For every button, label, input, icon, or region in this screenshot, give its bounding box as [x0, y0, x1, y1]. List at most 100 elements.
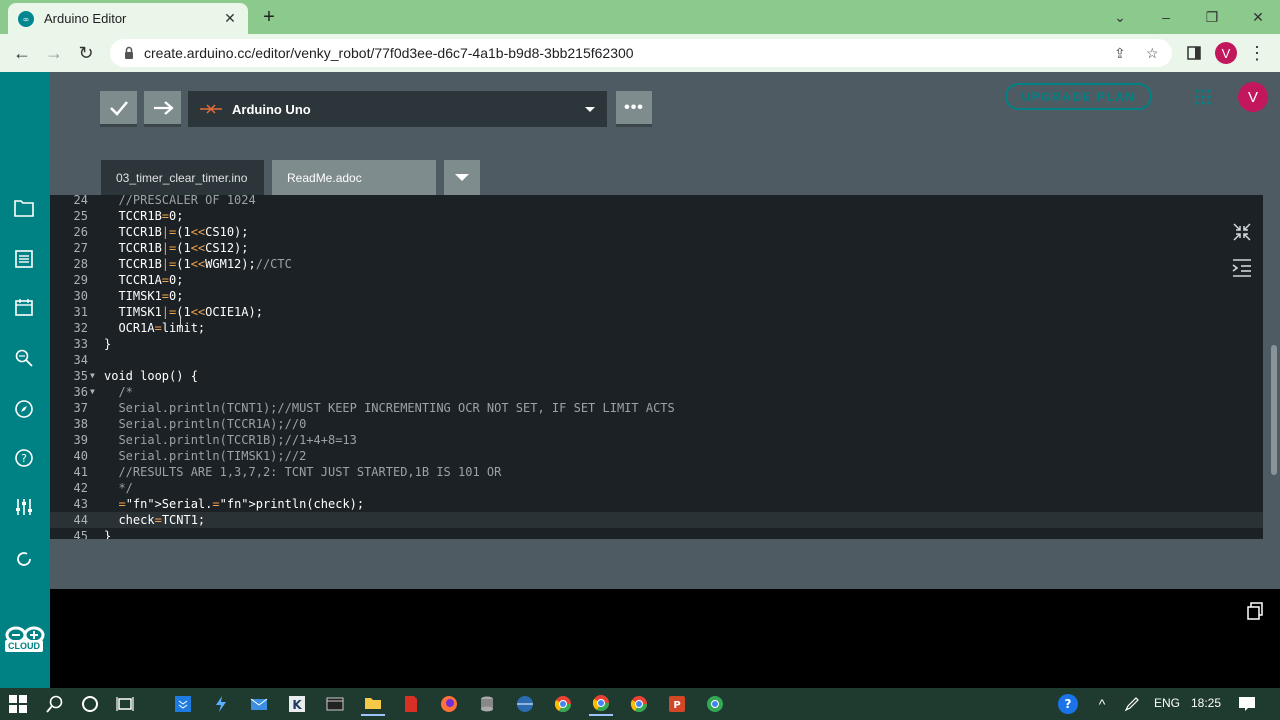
browser-profile-avatar[interactable]: V	[1215, 42, 1237, 64]
code-line[interactable]: 31 TIMSK1|=(1<<OCIE1A);	[50, 304, 1263, 320]
examples-icon[interactable]	[11, 246, 37, 272]
code-line[interactable]: 32 OCR1A=limit;	[50, 320, 1263, 336]
code-line[interactable]: 25 TCCR1B=0;	[50, 208, 1263, 224]
code-text: }	[104, 529, 112, 539]
code-line[interactable]: 38 Serial.println(TCCR1A);//0	[50, 416, 1263, 432]
code-text: Serial.println(TIMSK1);//2	[104, 449, 307, 463]
lightning-app-icon[interactable]	[209, 692, 233, 716]
input-language[interactable]: ENG	[1154, 696, 1180, 710]
code-line[interactable]: 37 Serial.println(TCNT1);//MUST KEEP INC…	[50, 400, 1263, 416]
search-icon[interactable]	[43, 692, 67, 716]
sidepanel-icon[interactable]	[1181, 41, 1207, 65]
scrollbar-thumb[interactable]	[1271, 345, 1277, 475]
chrome-icon[interactable]	[551, 692, 575, 716]
code-line[interactable]: 27 TCCR1B|=(1<<CS12);	[50, 240, 1263, 256]
code-line[interactable]: 29 TCCR1A=0;	[50, 272, 1263, 288]
code-line[interactable]: 24 //PRESCALER OF 1024	[50, 195, 1263, 208]
collapse-panel-icon[interactable]	[1230, 220, 1254, 244]
fold-arrow-icon[interactable]: ▼	[90, 384, 95, 400]
code-line[interactable]: 39 Serial.println(TCCR1B);//1+4+8=13	[50, 432, 1263, 448]
editor-scrollbar[interactable]	[1268, 195, 1280, 589]
restore-button[interactable]: ❐	[1189, 0, 1235, 34]
tab-close-icon[interactable]: ✕	[222, 10, 238, 27]
serial-monitor-icon[interactable]	[11, 345, 37, 371]
copy-icon[interactable]	[1246, 602, 1264, 620]
code-line[interactable]: 26 TCCR1B|=(1<<CS10);	[50, 224, 1263, 240]
more-options-button[interactable]: •••	[616, 91, 652, 127]
code-text: OCR1A=limit;	[104, 321, 206, 335]
tray-expand-icon[interactable]: ^	[1090, 692, 1114, 716]
file-tab-main[interactable]: 03_timer_clear_timer.ino	[101, 160, 264, 195]
reference-compass-icon[interactable]	[11, 396, 37, 422]
minimize-button[interactable]: –	[1143, 0, 1189, 34]
windows-start-icon[interactable]	[6, 692, 30, 716]
board-selector[interactable]: Arduino Uno	[188, 91, 607, 127]
code-editor[interactable]: 24 //PRESCALER OF 1024 25 TCCR1B=0; 26 TCC…	[50, 195, 1263, 539]
code-line[interactable]: 30 TIMSK1=0;	[50, 288, 1263, 304]
code-line[interactable]: 45}	[50, 528, 1263, 539]
text-cursor-icon	[180, 316, 186, 328]
indent-icon[interactable]	[1230, 256, 1254, 280]
code-line[interactable]: 40 Serial.println(TIMSK1);//2	[50, 448, 1263, 464]
refresh-icon[interactable]	[11, 546, 37, 572]
code-line[interactable]: 33}	[50, 336, 1263, 352]
pen-icon[interactable]	[1120, 692, 1144, 716]
upload-button[interactable]	[144, 91, 181, 127]
pdf-icon[interactable]	[399, 692, 423, 716]
code-line[interactable]: 35 ▼ void loop() {	[50, 368, 1263, 384]
chrome-profile-icon[interactable]	[703, 692, 727, 716]
chrome-window-icon[interactable]	[627, 692, 651, 716]
fold-arrow-icon[interactable]: ▼	[90, 368, 95, 384]
line-number: 27	[73, 241, 88, 255]
svg-text:∞: ∞	[23, 15, 30, 24]
share-icon[interactable]: ⇪	[1114, 45, 1126, 62]
clock-time[interactable]: 18:25	[1191, 696, 1221, 710]
browser-menu-icon[interactable]: ⋮	[1244, 41, 1270, 65]
k-app-icon[interactable]: K	[285, 692, 309, 716]
help-tray-icon[interactable]: ?	[1056, 692, 1080, 716]
code-line[interactable]: 28 TCCR1B|=(1<<WGM12);//CTC	[50, 256, 1263, 272]
upgrade-plan-button[interactable]: UPGRADE PLAN	[1005, 83, 1152, 110]
line-number: 26	[73, 225, 88, 239]
code-line[interactable]: 34	[50, 352, 1263, 368]
user-avatar[interactable]: V	[1238, 82, 1268, 112]
line-number: 24	[73, 195, 88, 207]
browser-tab[interactable]: ∞ Arduino Editor ✕	[8, 3, 248, 34]
task-view-icon[interactable]	[113, 692, 137, 716]
globe-app-icon[interactable]	[513, 692, 537, 716]
cortana-icon[interactable]	[78, 692, 102, 716]
console-panel	[50, 589, 1280, 688]
help-icon[interactable]: ?	[11, 445, 37, 471]
file-explorer-icon[interactable]	[361, 692, 385, 716]
libraries-icon[interactable]	[11, 294, 37, 320]
tabs-menu-button[interactable]	[444, 160, 480, 195]
reload-button[interactable]: ↻	[73, 41, 99, 65]
code-line[interactable]: 44 check=TCNT1;	[50, 512, 1263, 528]
omnibox[interactable]: create.arduino.cc/editor/venky_robot/77f…	[110, 39, 1172, 67]
notifications-icon[interactable]	[1235, 692, 1259, 716]
forward-button[interactable]: →	[41, 41, 67, 65]
powerpoint-icon[interactable]: P	[665, 692, 689, 716]
tab-search-icon[interactable]: ⌄	[1097, 0, 1143, 34]
code-line[interactable]: 41 //RESULTS ARE 1,3,7,2: TCNT JUST STAR…	[50, 464, 1263, 480]
close-window-button[interactable]: ✕	[1235, 0, 1280, 34]
mail-icon[interactable]	[247, 692, 271, 716]
dropbox-icon[interactable]	[171, 692, 195, 716]
preferences-sliders-icon[interactable]	[11, 494, 37, 520]
new-tab-button[interactable]: +	[258, 6, 280, 28]
sketchbook-folder-icon[interactable]	[11, 195, 37, 221]
code-line[interactable]: 36 ▼ /*	[50, 384, 1263, 400]
firefox-icon[interactable]	[437, 692, 461, 716]
screen: ∞ Arduino Editor ✕ + ⌄ – ❐ ✕ ← → ↻ creat…	[0, 0, 1280, 720]
code-line[interactable]: 42 */	[50, 480, 1263, 496]
chevron-down-icon	[585, 106, 595, 112]
terminal-icon[interactable]	[323, 692, 347, 716]
chrome-active-icon[interactable]	[589, 692, 613, 716]
back-button[interactable]: ←	[9, 41, 35, 65]
bookmark-star-icon[interactable]: ☆	[1146, 45, 1159, 62]
code-line[interactable]: 43 ="fn">Serial.="fn">println(check);	[50, 496, 1263, 512]
apps-grid-icon[interactable]	[1194, 88, 1212, 106]
database-icon[interactable]	[475, 692, 499, 716]
file-tab-readme[interactable]: ReadMe.adoc	[272, 160, 436, 195]
verify-button[interactable]	[100, 91, 137, 127]
